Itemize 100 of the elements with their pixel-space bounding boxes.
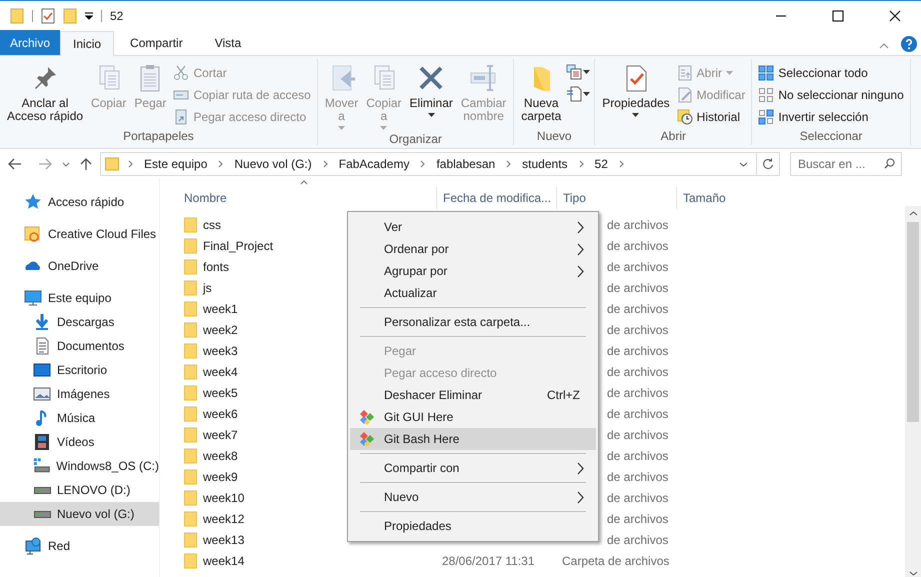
refresh-icon[interactable] <box>762 158 774 170</box>
nav-item[interactable]: Creative Cloud Files <box>0 222 159 246</box>
properties-icon[interactable] <box>41 8 55 24</box>
nav-item[interactable]: OneDrive <box>0 254 159 278</box>
chevron-icon[interactable] <box>578 160 584 168</box>
type-cell: Carpeta de archivos <box>562 554 670 568</box>
back-arrow-icon[interactable] <box>8 158 22 170</box>
menu-item[interactable]: Personalizar esta carpeta... <box>350 311 596 333</box>
menu-item[interactable]: Actualizar <box>350 282 596 304</box>
folder-icon <box>184 384 197 400</box>
file-name[interactable]: Final_Project <box>203 236 274 254</box>
ribbon-button[interactable]: Seleccionar todo <box>758 64 904 81</box>
type-cell: de archivos <box>607 470 668 484</box>
nav-item[interactable]: Documentos <box>0 334 159 358</box>
help-icon[interactable] <box>901 36 917 52</box>
window-title: 52 <box>110 8 124 24</box>
scroll-up-icon[interactable] <box>908 211 918 216</box>
dropdown-icon[interactable] <box>739 162 748 166</box>
file-name[interactable]: js <box>203 278 212 296</box>
menu-item[interactable]: Ver <box>350 216 596 238</box>
address-bar[interactable]: Este equipo Nuevo vol (G:) FabAcademy fablabesan students 52 <box>100 152 780 176</box>
nav-item[interactable]: Descargas <box>0 310 159 334</box>
nav-item[interactable]: Vídeos <box>0 430 159 454</box>
customize-dropdown-icon[interactable] <box>85 12 93 20</box>
search-field[interactable]: Buscar en ... <box>790 152 902 176</box>
file-name[interactable]: fonts <box>203 258 230 276</box>
easy-access-icon[interactable] <box>566 86 582 102</box>
menu-item[interactable]: Propiedades <box>350 515 596 537</box>
ribbon-button[interactable]: Anclar al Acceso rápido <box>4 59 86 123</box>
menu-item[interactable]: Deshacer Eliminar Ctrl+Z <box>350 384 596 406</box>
menu-item[interactable]: Git GUI Here <box>350 406 596 428</box>
dropdown-icon[interactable] <box>583 70 590 74</box>
ribbon-tab[interactable]: Vista <box>198 30 258 55</box>
menu-item[interactable]: Agrupar por <box>350 260 596 282</box>
maximize-icon[interactable] <box>832 10 844 22</box>
nav-item[interactable]: LENOVO (D:) <box>0 478 159 502</box>
ribbon-button[interactable]: Eliminar <box>406 59 456 117</box>
nav-item[interactable]: Nuevo vol (G:) <box>0 502 159 526</box>
ribbon-button[interactable]: Historial <box>676 108 746 125</box>
ribbon-tab[interactable]: Compartir <box>114 30 199 55</box>
chevron-icon[interactable] <box>322 160 328 168</box>
new-item-icon[interactable] <box>566 64 582 80</box>
nav-item[interactable]: Música <box>0 406 159 430</box>
search-icon <box>884 158 895 169</box>
file-name[interactable]: week10 <box>203 488 244 506</box>
file-name[interactable]: week2 <box>203 320 238 338</box>
breadcrumb[interactable]: FabAcademy <box>336 155 412 173</box>
file-name[interactable]: week5 <box>203 384 238 402</box>
collapse-ribbon-icon[interactable] <box>879 43 889 49</box>
nav-item[interactable]: Este equipo <box>0 286 159 310</box>
breadcrumb[interactable]: Nuevo vol (G:) <box>232 155 314 173</box>
folder-icon <box>184 238 197 254</box>
menu-item[interactable]: Compartir con <box>350 457 596 479</box>
file-name[interactable]: week14 <box>203 552 244 570</box>
folder-icon <box>184 490 197 506</box>
chevron-icon[interactable] <box>218 160 224 168</box>
nav-item[interactable]: Windows8_OS (C:) <box>0 454 159 478</box>
file-name[interactable]: week13 <box>203 530 244 548</box>
menu-item[interactable]: Nuevo <box>350 486 596 508</box>
shortcut-label: Ctrl+Z <box>547 387 580 404</box>
chevron-icon[interactable] <box>128 160 133 168</box>
chevron-icon[interactable] <box>618 160 624 168</box>
nav-item[interactable]: Escritorio <box>0 358 159 382</box>
chevron-icon[interactable] <box>506 160 512 168</box>
column-header[interactable]: Nombre <box>178 187 436 209</box>
column-header[interactable]: Fecha de modifica... <box>436 187 556 209</box>
file-name[interactable]: week3 <box>203 342 238 360</box>
file-name[interactable]: week9 <box>203 468 238 486</box>
breadcrumb[interactable]: fablabesan <box>434 155 498 173</box>
file-name[interactable]: week7 <box>203 426 238 444</box>
up-arrow-icon[interactable] <box>80 157 92 171</box>
column-header[interactable]: Tipo <box>556 187 676 209</box>
chevron-icon[interactable] <box>420 160 426 168</box>
recent-dropdown-icon[interactable] <box>62 162 70 166</box>
scrollbar-thumb[interactable] <box>907 222 919 422</box>
scroll-down-icon[interactable] <box>908 571 918 576</box>
file-name[interactable]: week4 <box>203 362 238 380</box>
ribbon-button[interactable]: Nueva carpeta <box>518 59 564 123</box>
nav-item[interactable]: Red <box>0 534 159 558</box>
breadcrumb[interactable]: students <box>520 155 570 173</box>
ribbon-button[interactable]: No seleccionar ninguno <box>758 86 904 103</box>
nav-item[interactable]: Acceso rápido <box>0 190 159 214</box>
ribbon-button[interactable]: Invertir selección <box>758 108 904 125</box>
breadcrumb[interactable]: Este equipo <box>142 155 210 173</box>
ribbon-tab[interactable]: Inicio <box>60 31 114 56</box>
ribbon-button[interactable]: Propiedades <box>599 59 673 117</box>
breadcrumb[interactable]: 52 <box>592 155 610 173</box>
file-name[interactable]: css <box>203 216 221 234</box>
nav-item[interactable]: Imágenes <box>0 382 159 406</box>
menu-item[interactable]: Ordenar por <box>350 238 596 260</box>
type-cell: de archivos <box>607 448 668 462</box>
file-name[interactable]: week8 <box>203 446 238 464</box>
file-tab[interactable]: Archivo <box>0 30 60 55</box>
menu-item[interactable]: Git Bash Here <box>350 428 596 450</box>
close-icon[interactable] <box>889 10 901 22</box>
file-name[interactable]: week6 <box>203 404 238 422</box>
dropdown-icon[interactable] <box>583 92 590 96</box>
column-header[interactable]: Tamaño <box>676 187 746 209</box>
file-name[interactable]: week1 <box>203 300 238 318</box>
file-name[interactable]: week12 <box>203 510 244 528</box>
